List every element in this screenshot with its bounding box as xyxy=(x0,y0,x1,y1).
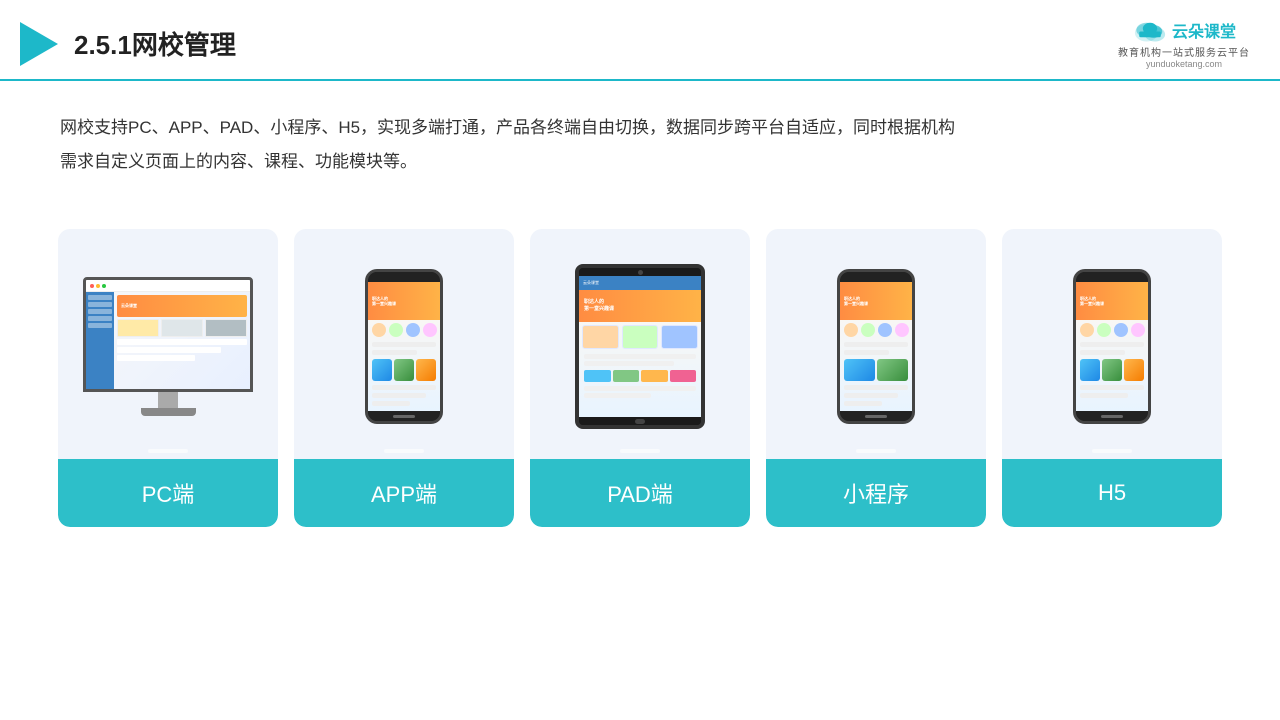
page-title: 2.5.1网校管理 xyxy=(74,25,236,62)
card-h5: 职达人的第一堂兴趣课 xyxy=(1002,229,1222,527)
card-app-image: 职达人的第一堂兴趣课 xyxy=(294,229,514,459)
description-area: 网校支持PC、APP、PAD、小程序、H5，实现多端打通，产品各终端自由切换，数… xyxy=(0,81,1280,189)
header: 2.5.1网校管理 云朵课堂 教育机构一站式服务云平台 yunduoketang… xyxy=(0,0,1280,81)
card-pad-image: 云朵课堂 职达人的第一堂兴趣课 xyxy=(530,229,750,459)
logo-slogan: 教育机构一站式服务云平台 xyxy=(1118,44,1250,59)
header-left: 2.5.1网校管理 xyxy=(20,22,236,66)
logo-url: yunduoketang.com xyxy=(1146,59,1222,69)
card-miniprogram-label: 小程序 xyxy=(766,459,986,527)
card-miniprogram: 职达人的第一堂兴趣课 xyxy=(766,229,986,527)
card-miniprogram-image: 职达人的第一堂兴趣课 xyxy=(766,229,986,459)
description-line2: 需求自定义页面上的内容、课程、功能模块等。 xyxy=(60,145,1220,179)
card-pc-image: 云朵课堂 xyxy=(58,229,278,459)
card-pad: 云朵课堂 职达人的第一堂兴趣课 xyxy=(530,229,750,527)
card-h5-image: 职达人的第一堂兴趣课 xyxy=(1002,229,1222,459)
card-pad-label: PAD端 xyxy=(530,459,750,527)
cloud-icon xyxy=(1132,18,1168,42)
card-h5-label: H5 xyxy=(1002,459,1222,527)
tablet-mock: 云朵课堂 职达人的第一堂兴趣课 xyxy=(575,264,705,429)
card-app-label: APP端 xyxy=(294,459,514,527)
card-pc: 云朵课堂 xyxy=(58,229,278,527)
logo-text: 云朵课堂 xyxy=(1172,18,1236,42)
monitor-screen: 云朵课堂 xyxy=(83,277,253,392)
cards-area: 云朵课堂 xyxy=(0,199,1280,527)
phone-mock-h5: 职达人的第一堂兴趣课 xyxy=(1073,269,1151,424)
play-icon xyxy=(20,22,58,66)
phone-mock-app: 职达人的第一堂兴趣课 xyxy=(365,269,443,424)
card-app: 职达人的第一堂兴趣课 xyxy=(294,229,514,527)
monitor-mock: 云朵课堂 xyxy=(81,277,256,416)
logo-area: 云朵课堂 教育机构一站式服务云平台 yunduoketang.com xyxy=(1118,18,1250,69)
phone-mock-mini: 职达人的第一堂兴趣课 xyxy=(837,269,915,424)
description-line1: 网校支持PC、APP、PAD、小程序、H5，实现多端打通，产品各终端自由切换，数… xyxy=(60,111,1220,145)
logo-cloud: 云朵课堂 xyxy=(1132,18,1236,42)
card-pc-label: PC端 xyxy=(58,459,278,527)
